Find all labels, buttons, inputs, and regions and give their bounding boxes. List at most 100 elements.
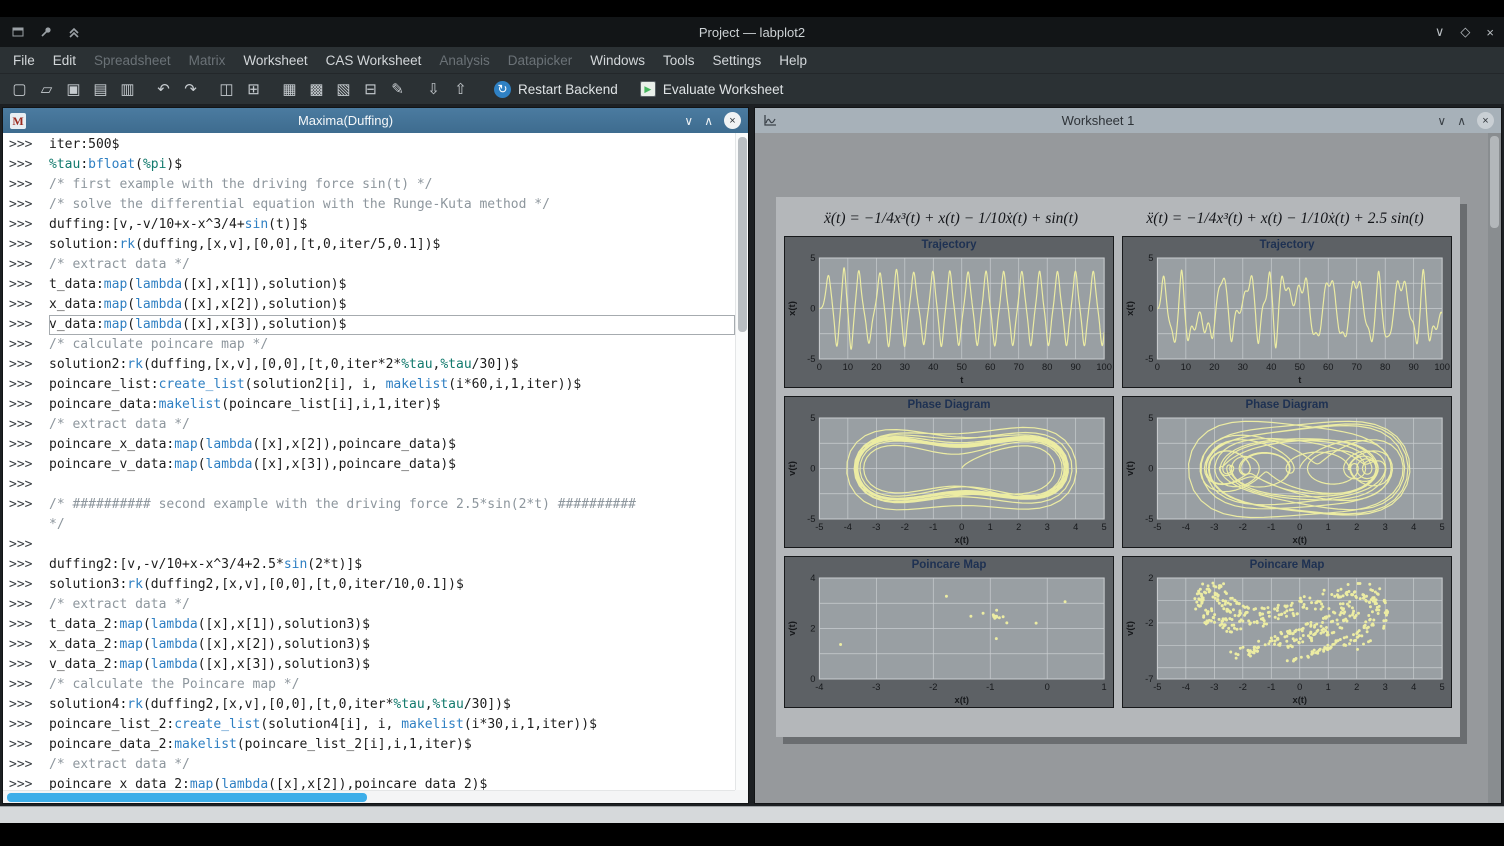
code-line[interactable]: >>>/* ########## second example with the… [9,495,735,515]
prompt: >>> [9,635,49,655]
code-line[interactable]: >>>poincare_x_data:map(lambda([x],x[2]),… [9,435,735,455]
color-pen-icon[interactable]: ✎ [384,77,411,102]
code-line[interactable]: >>>/* extract data */ [9,595,735,615]
cas-minimize-button[interactable]: ∨ [684,114,693,128]
print-icon[interactable]: ▤ [87,77,114,102]
plot-trajectory-2.5sin[interactable]: Trajectory0102030405060708090100-505tx(t… [1122,236,1452,388]
pin-icon[interactable] [38,24,54,40]
worksheet-close-button[interactable]: × [1477,112,1494,129]
code-line[interactable]: >>>iter:500$ [9,135,735,155]
svg-text:60: 60 [1323,361,1333,372]
code-line[interactable]: >>>%tau:bfloat(%pi)$ [9,155,735,175]
minimize-button[interactable]: ∨ [1435,24,1445,40]
toolbar-separator [411,89,420,90]
code-text: %tau:bfloat(%pi)$ [49,155,735,175]
menu-file[interactable]: File [4,49,44,72]
code-line[interactable]: >>>poincare_v_data:map(lambda([x],x[3]),… [9,455,735,475]
restart-backend-label: Restart Backend [518,82,618,97]
toolbar-separator [474,89,483,90]
code-line[interactable]: >>>v_data_2:map(lambda([x],x[3]),solutio… [9,655,735,675]
worksheet-minimize-button[interactable]: ∨ [1437,114,1446,128]
code-line[interactable]: >>>/* calculate the Poincare map */ [9,675,735,695]
code-line[interactable]: >>>duffing:[v,-v/10+x-x^3/4+sin(t)]$ [9,215,735,235]
import-icon[interactable]: ⇩ [420,77,447,102]
export-icon[interactable]: ⇧ [447,77,474,102]
code-line[interactable]: >>>/* calculate poincare map */ [9,335,735,355]
redo-icon[interactable]: ↷ [177,77,204,102]
plot-phase-sin[interactable]: Phase Diagram-5-4-3-2-1012345-505x(t)v(t… [784,396,1114,548]
menu-settings[interactable]: Settings [704,49,771,72]
new-worksheet-icon[interactable]: ▧ [330,77,357,102]
code-line[interactable]: >>>poincare_list_2:create_list(solution4… [9,715,735,735]
new-workbook-icon[interactable]: ◫ [213,77,240,102]
prompt: >>> [9,735,49,755]
code-line[interactable]: >>>solution3:rk(duffing2,[x,v],[0,0],[t,… [9,575,735,595]
menu-help[interactable]: Help [770,49,816,72]
worksheet-vertical-scrollbar-thumb[interactable] [1490,136,1499,228]
cas-vertical-scrollbar[interactable] [735,133,748,790]
menu-tools[interactable]: Tools [654,49,704,72]
code-line[interactable]: >>>/* extract data */ [9,755,735,775]
code-line[interactable]: >>>poincare_data_2:makelist(poincare_lis… [9,735,735,755]
code-text: duffing:[v,-v/10+x-x^3/4+sin(t)]$ [49,215,735,235]
worksheet-view[interactable]: ẍ(t) = −1/4x³(t) + x(t) − 1/10ẋ(t) + sin… [755,133,1501,803]
code-line[interactable]: >>>/* first example with the driving for… [9,175,735,195]
code-area[interactable]: >>>iter:500$>>>%tau:bfloat(%pi)$>>>/* fi… [3,133,735,790]
code-line[interactable]: >>>poincare_data:makelist(poincare_list[… [9,395,735,415]
worksheet-maximize-button[interactable]: ∧ [1457,114,1466,128]
code-line[interactable]: >>>solution:rk(duffing,[x,v],[0,0],[t,0,… [9,235,735,255]
code-line[interactable]: >>>solution2:rk(duffing,[x,v],[0,0],[t,0… [9,355,735,375]
code-line[interactable]: >>>t_data:map(lambda([x],x[1]),solution)… [9,275,735,295]
plot-poincare-sin[interactable]: Poincare Map-4-3-2-101024x(t)v(t) [784,556,1114,708]
svg-text:-3: -3 [872,521,880,532]
code-line[interactable]: >>>/* solve the differential equation wi… [9,195,735,215]
code-line-active[interactable]: >>>v_data:map(lambda([x],x[3]),solution)… [9,315,735,335]
cas-maximize-button[interactable]: ∧ [704,114,713,128]
plot-poincare-2.5sin[interactable]: Poincare Map-5-4-3-2-10123452-2-7x(t)v(t… [1122,556,1452,708]
cas-horizontal-scrollbar[interactable] [3,790,735,803]
cas-horizontal-scrollbar-thumb[interactable] [7,793,367,802]
undo-icon[interactable]: ↶ [150,77,177,102]
keep-above-icon[interactable] [66,24,82,40]
code-line[interactable]: >>>/* extract data */ [9,255,735,275]
worksheet-vertical-scrollbar[interactable] [1488,133,1501,803]
menu-cas-worksheet[interactable]: CAS Worksheet [317,49,431,72]
menu-windows[interactable]: Windows [581,49,654,72]
new-document-icon[interactable]: ▢ [6,77,33,102]
code-line[interactable]: >>>t_data_2:map(lambda([x],x[1]),solutio… [9,615,735,635]
code-line[interactable]: >>>solution4:rk(duffing2,[x,v],[0,0],[t,… [9,695,735,715]
code-line[interactable]: >>>duffing2:[v,-v/10+x-x^3/4+2.5*sin(2*t… [9,555,735,575]
worksheet-page[interactable]: ẍ(t) = −1/4x³(t) + x(t) − 1/10ẋ(t) + sin… [776,197,1460,737]
cas-window-titlebar[interactable]: M Maxima(Duffing) ∨ ∧ × [3,108,748,133]
code-line[interactable]: */ [9,515,735,535]
cas-close-button[interactable]: × [724,112,741,129]
menu-worksheet[interactable]: Worksheet [234,49,316,72]
code-line[interactable]: >>> [9,475,735,495]
new-notes-icon[interactable]: ⊟ [357,77,384,102]
cas-editor[interactable]: >>>iter:500$>>>%tau:bfloat(%pi)$>>>/* fi… [3,133,748,803]
code-line[interactable]: >>>poincare_x_data_2:map(lambda([x],x[2]… [9,775,735,790]
new-spreadsheet-icon[interactable]: ▦ [276,77,303,102]
close-button[interactable]: × [1486,25,1494,40]
code-line[interactable]: >>>/* extract data */ [9,415,735,435]
code-line[interactable]: >>>x_data:map(lambda([x],x[2]),solution)… [9,295,735,315]
maximize-button[interactable]: ◇ [1460,24,1470,40]
open-folder-icon[interactable]: ▱ [33,77,60,102]
plot-trajectory-sin[interactable]: Trajectory0102030405060708090100-505tx(t… [784,236,1114,388]
new-cas-worksheet-icon[interactable]: ⊞ [240,77,267,102]
svg-text:0: 0 [1297,681,1302,692]
all-desktops-icon[interactable] [10,24,26,40]
plot-phase-2.5sin[interactable]: Phase Diagram-5-4-3-2-1012345-505x(t)v(t… [1122,396,1452,548]
evaluate-worksheet-button[interactable]: ▶ Evaluate Worksheet [629,76,795,102]
code-line[interactable]: >>>poincare_list:create_list(solution2[i… [9,375,735,395]
code-line[interactable]: >>>x_data_2:map(lambda([x],x[2]),solutio… [9,635,735,655]
evaluate-worksheet-icon: ▶ [640,81,656,97]
save-icon[interactable]: ▣ [60,77,87,102]
cas-vertical-scrollbar-thumb[interactable] [738,137,747,332]
code-line[interactable]: >>> [9,535,735,555]
new-matrix-icon[interactable]: ▩ [303,77,330,102]
menu-edit[interactable]: Edit [44,49,85,72]
worksheet-window-titlebar[interactable]: Worksheet 1 ∨ ∧ × [755,108,1501,133]
restart-backend-button[interactable]: ↻ Restart Backend [483,76,629,102]
print-preview-icon[interactable]: ▥ [114,77,141,102]
